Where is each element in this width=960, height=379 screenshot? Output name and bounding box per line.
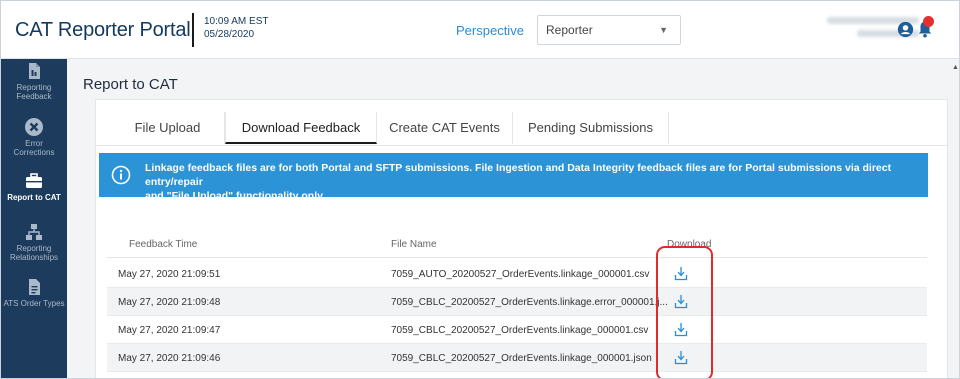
table-row: May 27, 2020 21:09:47 7059_CBLC_20200527… [107,316,927,344]
clock-time: 10:09 AM EST [204,16,269,27]
column-header-feedback-time[interactable]: Feedback Time [129,239,197,250]
sidebar-item-reporting-feedback[interactable]: Reporting Feedback [1,61,67,101]
user-icon[interactable] [897,21,914,38]
sidebar-item-error-corrections[interactable]: Error Corrections [1,117,67,157]
tab-download-feedback[interactable]: Download Feedback [225,112,377,144]
main-content: Report to CAT File Upload Download Feedb… [67,59,959,378]
perspective-value: Reporter [546,23,593,37]
sidebar-item-label: Reporting [16,83,52,92]
sidebar-item-label: Relationships [9,253,59,262]
sidebar-item-label: Feedback [16,92,52,101]
banner-line: Linkage feedback files are for both Port… [145,162,892,188]
scroll-up-arrow[interactable]: ▲ [952,64,959,71]
sidebar-item-label: Report to CAT [7,193,61,202]
sidebar-item-label: Reporting [16,244,52,253]
info-icon [111,165,131,185]
table-row: May 27, 2020 21:09:51 7059_AUTO_20200527… [107,260,927,288]
file-name: 7059_CBLC_20200527_OrderEvents.linkage.e… [391,297,668,308]
perspective-label: Perspective [456,23,524,38]
feedback-time: May 27, 2020 21:09:51 [118,269,221,280]
chevron-down-icon: ▼ [659,25,668,35]
tab-bar: File Upload Download Feedback Create CAT… [111,112,671,144]
banner-message: Linkage feedback files are for both Port… [145,161,915,203]
sidebar-item-label: Corrections [13,148,55,157]
app-window: CAT Reporter Portal 10:09 AM EST 05/28/2… [0,0,960,379]
table-header: Feedback Time File Name Download [107,228,927,258]
notification-dot [923,16,934,27]
x-circle-icon [25,118,43,136]
top-header: CAT Reporter Portal 10:09 AM EST 05/28/2… [1,1,959,59]
page-title: Report to CAT [83,76,178,93]
clock-date: 05/28/2020 [204,29,255,40]
table-row: May 27, 2020 21:09:46 7059_CBLC_20200527… [107,344,927,372]
file-name: 7059_CBLC_20200527_OrderEvents.linkage_0… [391,325,649,336]
document-icon [29,279,40,295]
perspective-select[interactable]: Reporter ▼ [537,15,681,45]
briefcase-icon [26,173,42,188]
column-header-file-name[interactable]: File Name [391,239,437,250]
tabs-divider [96,145,949,146]
banner-line: and "File Upload" functionality only. [145,190,326,202]
sidebar-item-label: Error [25,139,43,148]
info-banner: Linkage feedback files are for both Port… [99,153,928,202]
tab-create-cat-events[interactable]: Create CAT Events [377,112,513,144]
feedback-time: May 27, 2020 21:09:46 [118,353,221,364]
sidebar: Reporting Feedback Error Corrections Rep… [1,59,67,378]
tab-pending-submissions[interactable]: Pending Submissions [513,112,669,144]
clock: 10:09 AM EST 05/28/2020 [204,15,268,41]
sidebar-item-reporting-relationships[interactable]: Reporting Relationships [1,222,67,262]
hierarchy-icon [26,224,42,240]
file-name: 7059_AUTO_20200527_OrderEvents.linkage_0… [391,269,650,280]
file-icon [29,63,40,79]
feedback-time: May 27, 2020 21:09:47 [118,325,221,336]
sidebar-item-report-to-cat[interactable]: Report to CAT [1,171,67,202]
sidebar-item-label: ATS Order Types [3,299,65,308]
header-divider [192,13,194,47]
sidebar-item-ats-order-types[interactable]: ATS Order Types [1,277,67,308]
app-title[interactable]: CAT Reporter Portal [15,19,191,42]
file-name: 7059_CBLC_20200527_OrderEvents.linkage_0… [391,353,652,364]
download-column-highlight [656,246,713,378]
content-card: File Upload Download Feedback Create CAT… [95,99,949,378]
tab-file-upload[interactable]: File Upload [111,112,225,144]
feedback-time: May 27, 2020 21:09:48 [118,297,221,308]
table-row: May 27, 2020 21:09:48 7059_CBLC_20200527… [107,288,927,316]
